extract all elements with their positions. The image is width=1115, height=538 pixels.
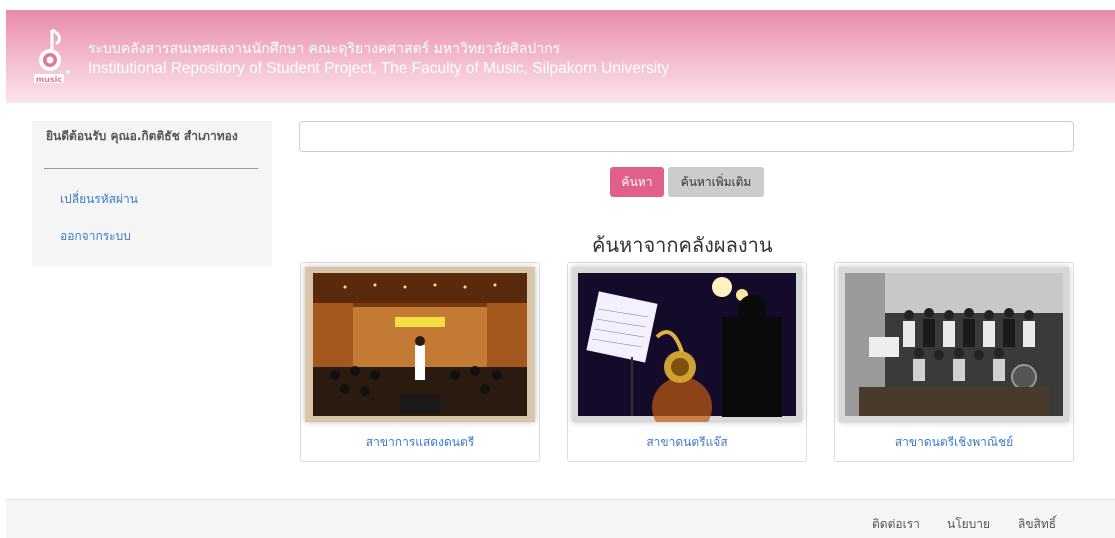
commercial-music-group-photo xyxy=(839,267,1069,422)
music-logo[interactable]: music xyxy=(30,26,74,86)
footer: ติดต่อเรา นโยบาย ลิขสิทธิ์ xyxy=(6,499,1115,538)
sidebar-divider xyxy=(44,168,258,169)
logout-link[interactable]: ออกจากระบบ xyxy=(60,227,131,246)
page: music ระบบคลังสารสนเทศผลงานนักศึกษา คณะด… xyxy=(0,0,1115,538)
category-card-performance[interactable]: สาขาการแสดงดนตรี xyxy=(300,262,540,462)
welcome-message: ยินดีต้อนรับ คุณอ.กิตติธัช สำเภาทอง xyxy=(46,129,238,143)
category-card-commercial[interactable]: สาขาดนตรีเชิงพาณิชย์ xyxy=(834,262,1074,462)
copyright-link[interactable]: ลิขสิทธิ์ xyxy=(1018,515,1056,534)
search-input[interactable] xyxy=(299,121,1074,152)
change-password-link[interactable]: เปลี่ยนรหัสผ่าน xyxy=(60,190,138,209)
site-title-thai: ระบบคลังสารสนเทศผลงานนักศึกษา คณะดุริยาง… xyxy=(88,41,561,57)
advanced-search-button[interactable]: ค้นหาเพิ่มเติม xyxy=(668,167,764,197)
card-label[interactable]: สาขาการแสดงดนตรี xyxy=(301,433,539,452)
card-label[interactable]: สาขาดนตรีเชิงพาณิชย์ xyxy=(835,433,1073,452)
search-button[interactable]: ค้นหา xyxy=(610,167,664,197)
card-label[interactable]: สาขาดนตรีแจ๊ส xyxy=(568,433,806,452)
performance-hall-photo xyxy=(305,267,535,422)
user-sidebar: ยินดีต้อนรับ คุณอ.กิตติธัช สำเภาทอง เปลี… xyxy=(32,121,272,266)
svg-text:music: music xyxy=(36,75,63,84)
category-card-jazz[interactable]: สาขาดนตรีแจ๊ส xyxy=(567,262,807,462)
section-title: ค้นหาจากคลังผลงาน xyxy=(592,233,773,257)
header-banner: music ระบบคลังสารสนเทศผลงานนักศึกษา คณะด… xyxy=(6,10,1115,103)
jazz-performance-photo xyxy=(572,267,802,422)
policy-link[interactable]: นโยบาย xyxy=(947,515,990,534)
site-title-english: Institutional Repository of Student Proj… xyxy=(88,60,670,77)
contact-link[interactable]: ติดต่อเรา xyxy=(872,515,920,534)
